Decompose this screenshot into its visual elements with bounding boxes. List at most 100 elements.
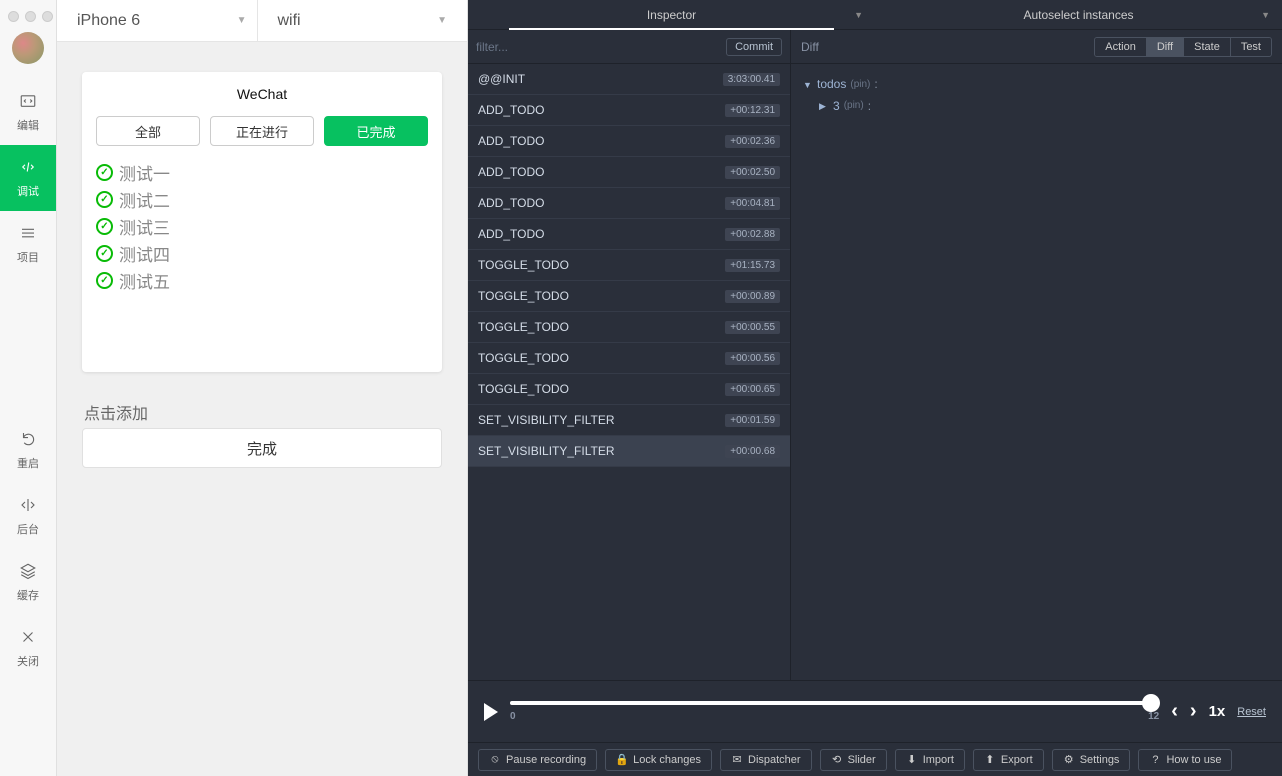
- action-name: ADD_TODO: [478, 103, 544, 117]
- toolbar-label: How to use: [1166, 754, 1221, 766]
- sidebar-item-project[interactable]: 项目: [0, 211, 56, 277]
- action-time: +00:12.31: [725, 104, 780, 117]
- toolbar-import[interactable]: ⬇ Import: [895, 749, 965, 771]
- tab-inspector[interactable]: Inspector ▼: [468, 0, 875, 29]
- action-row[interactable]: ADD_TODO+00:02.88: [468, 219, 790, 250]
- timeline-track[interactable]: 0 12: [510, 697, 1159, 727]
- prev-button[interactable]: ‹: [1171, 700, 1178, 723]
- todo-item[interactable]: ✓ 测试四: [96, 241, 428, 266]
- sidebar-item-label: 项目: [17, 249, 39, 265]
- window-controls[interactable]: [8, 5, 53, 32]
- tree-pin: (pin): [850, 76, 870, 94]
- tab-instances[interactable]: Autoselect instances ▼: [875, 0, 1282, 29]
- todo-item[interactable]: ✓测试二: [96, 187, 428, 212]
- sidebar-item-debug[interactable]: 调试: [0, 145, 56, 211]
- timeline-nav: ‹ › 1x Reset: [1171, 700, 1266, 723]
- reset-button[interactable]: Reset: [1237, 706, 1266, 718]
- filter-button[interactable]: 全部: [96, 116, 200, 146]
- tree-expand-icon[interactable]: ▶: [819, 98, 829, 114]
- minimize-window-icon[interactable]: [25, 11, 36, 22]
- action-row[interactable]: ADD_TODO +00:12.31: [468, 95, 790, 126]
- check-icon: ✓: [96, 191, 113, 208]
- sidebar-item-restart[interactable]: 重启: [0, 417, 56, 483]
- sidebar-item-cache[interactable]: 缓存: [0, 549, 56, 615]
- network-selector[interactable]: wifi ▼: [268, 0, 458, 41]
- todo-item[interactable]: ✓测试三: [96, 214, 428, 239]
- timeline-thumb[interactable]: [1142, 694, 1160, 712]
- action-row[interactable]: ADD_TODO+00:02.36: [468, 126, 790, 157]
- view-tab-test[interactable]: Test: [1231, 38, 1271, 56]
- close-window-icon[interactable]: [8, 11, 19, 22]
- todo-list: ✓测试一✓测试二✓测试三✓测试四✓测试五: [96, 160, 428, 293]
- maximize-window-icon[interactable]: [42, 11, 53, 22]
- actions-column: Commit @@INIT3:03:00.41 ADD_TODO +00:12.31…: [468, 30, 791, 680]
- toolbar-label: Pause recording: [506, 754, 586, 766]
- redux-devtools: Inspector ▼ Autoselect instances ▼ Commi…: [468, 0, 1282, 776]
- chevron-down-icon: ▼: [854, 10, 863, 20]
- device-selector[interactable]: iPhone 6 ▼: [67, 0, 258, 41]
- commit-button[interactable]: Commit: [726, 38, 782, 56]
- next-button[interactable]: ›: [1190, 700, 1197, 723]
- action-row[interactable]: ADD_TODO+00:02.50: [468, 157, 790, 188]
- toolbar-export[interactable]: ⬆Export: [973, 749, 1044, 771]
- action-name: TOGGLE_TODO: [478, 289, 569, 303]
- toolbar-lock-changes[interactable]: 🔒Lock changes: [605, 749, 712, 771]
- check-icon: ✓: [96, 218, 113, 235]
- check-icon: ✓: [96, 272, 113, 289]
- tree-row[interactable]: ▼ todos (pin):: [803, 74, 1270, 96]
- sidebar-item-label: 后台: [17, 521, 39, 537]
- toolbar-icon: ✉: [731, 754, 743, 766]
- check-icon: ✓: [96, 164, 113, 181]
- chevron-down-icon: ▼: [437, 15, 447, 26]
- filter-button[interactable]: 正在进行: [210, 116, 314, 146]
- action-row[interactable]: ADD_TODO+00:04.81: [468, 188, 790, 219]
- done-button[interactable]: 完成: [82, 428, 442, 468]
- toolbar-label: Export: [1001, 754, 1033, 766]
- view-tab-diff[interactable]: Diff: [1147, 38, 1184, 56]
- sidebar-item-background[interactable]: 后台: [0, 483, 56, 549]
- avatar[interactable]: [12, 32, 44, 64]
- split-icon: [18, 495, 38, 515]
- state-column: Diff ActionDiffStateTest ▼ todos (pin): …: [791, 30, 1282, 680]
- add-placeholder[interactable]: 点击添加: [82, 400, 442, 424]
- todo-item[interactable]: ✓测试一: [96, 160, 428, 185]
- toolbar-icon: ⬇: [906, 754, 918, 766]
- action-row[interactable]: SET_VISIBILITY_FILTER+00:00.68: [468, 436, 790, 467]
- toolbar-settings[interactable]: ⚙Settings: [1052, 749, 1131, 771]
- speed-label[interactable]: 1x: [1209, 703, 1226, 720]
- action-row[interactable]: TOGGLE_TODO+00:00.65: [468, 374, 790, 405]
- chevron-down-icon: ▼: [1261, 10, 1270, 20]
- action-time: +00:01.59: [725, 414, 780, 427]
- toolbar-pause-recording[interactable]: ⦸Pause recording: [478, 749, 597, 771]
- toolbar-icon: ⟲: [831, 754, 843, 766]
- view-tab-state[interactable]: State: [1184, 38, 1231, 56]
- action-row[interactable]: TOGGLE_TODO+00:00.89: [468, 281, 790, 312]
- todo-item[interactable]: ✓ 测试五: [96, 268, 428, 293]
- tree-row[interactable]: ▶ 3 (pin):: [803, 96, 1270, 118]
- play-button[interactable]: [484, 703, 498, 721]
- toolbar-how-to-use[interactable]: ?How to use: [1138, 749, 1232, 771]
- action-row[interactable]: TOGGLE_TODO+00:00.55: [468, 312, 790, 343]
- toolbar-slider[interactable]: ⟲Slider: [820, 749, 887, 771]
- check-icon: ✓: [96, 245, 113, 262]
- sidebar-item-close[interactable]: 关闭: [0, 615, 56, 681]
- todo-text: 测试五: [119, 268, 170, 293]
- filter-input[interactable]: [476, 40, 718, 54]
- action-name: @@INIT: [478, 72, 525, 86]
- timeline: 0 12 ‹ › 1x Reset: [468, 680, 1282, 742]
- action-list[interactable]: @@INIT3:03:00.41ADD_TODO+00:12.31ADD_TOD…: [468, 64, 790, 680]
- view-tab-action[interactable]: Action: [1095, 38, 1147, 56]
- toolbar-label: Import: [923, 754, 954, 766]
- todo-text: 测试四: [119, 241, 170, 266]
- filter-button[interactable]: 已完成: [324, 116, 428, 146]
- menu-icon: [18, 223, 38, 243]
- action-row[interactable]: SET_VISIBILITY_FILTER+00:01.59: [468, 405, 790, 436]
- action-row[interactable]: TOGGLE_TODO+00:00.56: [468, 343, 790, 374]
- action-name: ADD_TODO: [478, 165, 544, 179]
- action-row[interactable]: TOGGLE_TODO+01:15.73: [468, 250, 790, 281]
- toolbar-dispatcher[interactable]: ✉Dispatcher: [720, 749, 812, 771]
- tree-key: todos: [817, 74, 846, 96]
- tree-collapse-icon[interactable]: ▼: [803, 77, 813, 93]
- action-row[interactable]: @@INIT3:03:00.41: [468, 64, 790, 95]
- sidebar-item-edit[interactable]: 编辑: [0, 79, 56, 145]
